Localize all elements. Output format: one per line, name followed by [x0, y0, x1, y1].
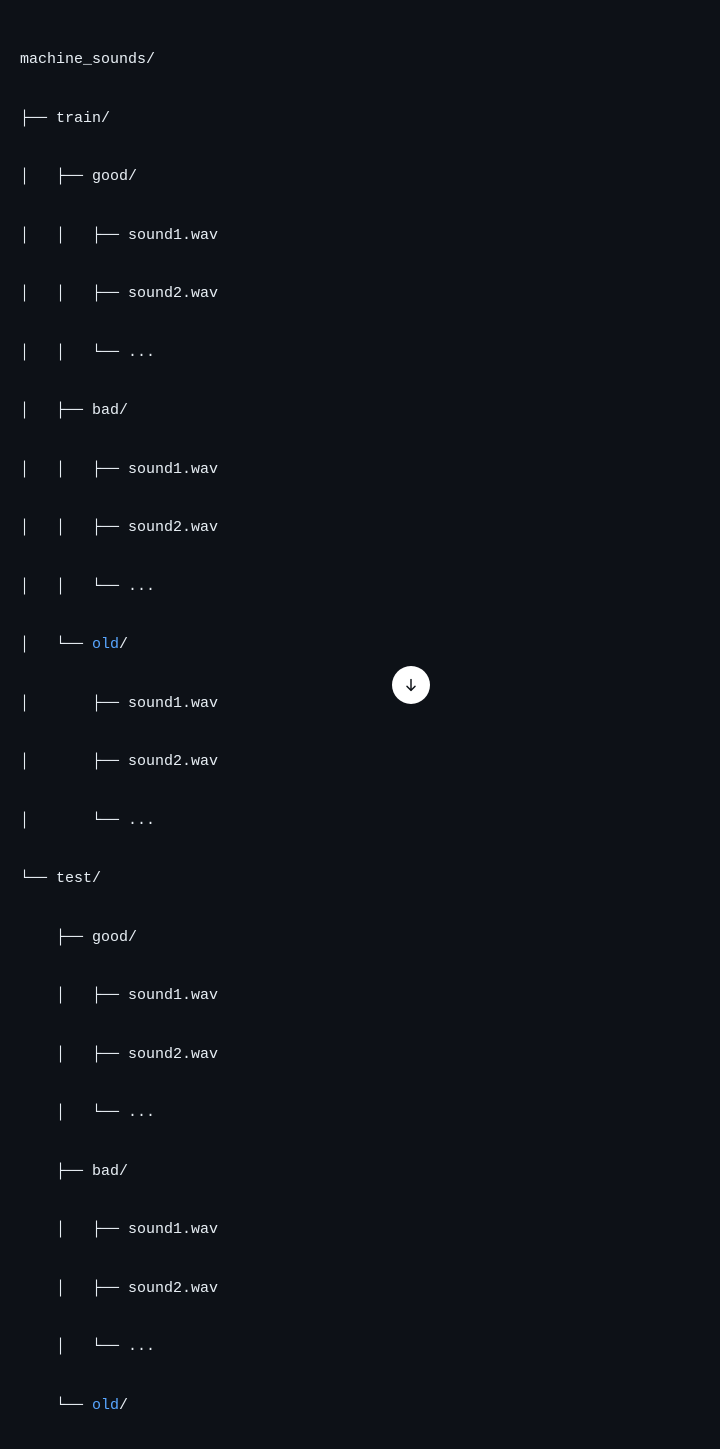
directory-tree: machine_sounds/ ├── train/ │ ├── good/ │…	[20, 16, 700, 1449]
tree-dir-test-old: └── old/	[20, 1391, 700, 1420]
tree-dir-test: └── test/	[20, 864, 700, 893]
tree-slash: /	[119, 1397, 128, 1414]
tree-file: │ ├── sound2.wav	[20, 747, 700, 776]
tree-dir-test-good: ├── good/	[20, 923, 700, 952]
tree-file: │ ├── sound2.wav	[20, 1274, 700, 1303]
tree-dir-train-old: │ └── old/	[20, 630, 700, 659]
tree-dir-train-good: │ ├── good/	[20, 162, 700, 191]
tree-ellipsis: │ │ └── ...	[20, 572, 700, 601]
tree-file: │ │ ├── sound2.wav	[20, 513, 700, 542]
tree-dir-test-bad: ├── bad/	[20, 1157, 700, 1186]
tree-root: machine_sounds/	[20, 45, 700, 74]
tree-file: │ ├── sound1.wav	[20, 689, 700, 718]
tree-file: │ │ ├── sound1.wav	[20, 221, 700, 250]
tree-dir-train-bad: │ ├── bad/	[20, 396, 700, 425]
tree-dir-highlight: old	[92, 636, 119, 653]
tree-prefix: └──	[20, 1397, 92, 1414]
tree-file: │ ├── sound1.wav	[20, 981, 700, 1010]
tree-file: │ ├── sound1.wav	[20, 1215, 700, 1244]
tree-ellipsis: │ └── ...	[20, 1098, 700, 1127]
tree-slash: /	[119, 636, 128, 653]
tree-ellipsis: │ └── ...	[20, 1332, 700, 1361]
tree-prefix: │ └──	[20, 636, 92, 653]
scroll-down-button[interactable]	[392, 666, 430, 704]
arrow-down-icon	[403, 677, 419, 693]
tree-dir-highlight: old	[92, 1397, 119, 1414]
tree-file: │ │ ├── sound2.wav	[20, 279, 700, 308]
tree-file: │ │ ├── sound1.wav	[20, 455, 700, 484]
tree-file: │ ├── sound2.wav	[20, 1040, 700, 1069]
tree-ellipsis: │ │ └── ...	[20, 338, 700, 367]
tree-ellipsis: │ └── ...	[20, 806, 700, 835]
tree-dir-train: ├── train/	[20, 104, 700, 133]
